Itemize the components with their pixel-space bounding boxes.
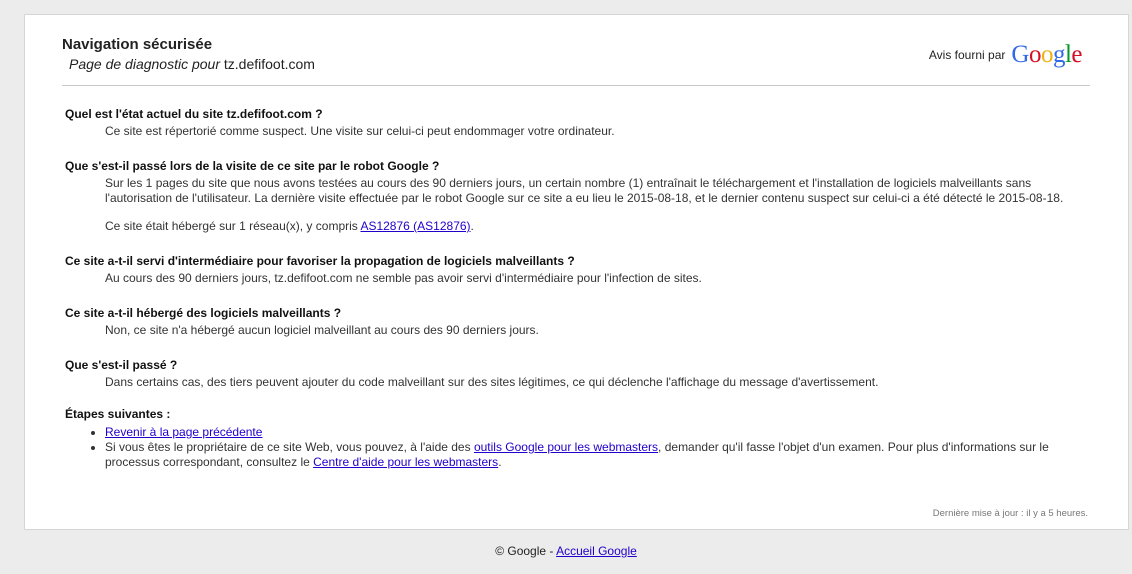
logo-letter: o [1040,41,1054,68]
subtitle-site: tz.defifoot.com [223,56,315,72]
answer-text: Au cours des 90 derniers jours, tz.defif… [105,271,702,285]
answer-text: Ce site est répertorié comme suspect. Un… [105,124,615,138]
header-divider [62,85,1090,86]
help-center-link[interactable]: Centre d'aide pour les webmasters [313,455,498,469]
answer-text: Sur les 1 pages du site que nous avons t… [105,176,1064,205]
page-subtitle: Page de diagnostic pour tz.defifoot.com [69,55,315,73]
section-current-status: Quel est l'état actuel du site tz.defifo… [65,107,1085,139]
page-title: Navigation sécurisée [62,36,213,53]
question-heading: Ce site a-t-il hébergé des logiciels mal… [65,306,342,320]
next-steps-heading: Étapes suivantes : [65,407,171,421]
question-heading: Que s'est-il passé ? [65,358,178,372]
hosting-suffix: . [470,219,474,233]
section-intermediary: Ce site a-t-il servi d'intermédiaire pou… [65,254,1085,286]
next-steps: Étapes suivantes : Revenir à la page pré… [65,407,1085,470]
google-logo: Google [1011,41,1082,69]
owner-text-suffix: . [498,455,502,469]
section-what-happened: Que s'est-il passé ? Dans certains cas, … [65,358,1085,390]
google-home-link[interactable]: Accueil Google [556,544,637,558]
page-footer: © Google - Accueil Google [0,544,1132,558]
logo-letter: G [1011,41,1029,68]
answer-text: Non, ce site n'a hébergé aucun logiciel … [105,323,539,337]
copyright-text: © Google - [495,544,557,558]
next-steps-list: Revenir à la page précédente Si vous ête… [65,425,1085,470]
section-googlebot-visit: Que s'est-il passé lors de la visite de … [65,159,1085,234]
provider-text: Avis fourni par [928,48,1006,62]
subtitle-prefix: Page de diagnostic pour [69,56,220,72]
hosting-network-text: Ce site était hébergé sur 1 réseau(x), y… [105,219,1085,234]
section-hosted-malware: Ce site a-t-il hébergé des logiciels mal… [65,306,1085,338]
logo-letter: e [1071,41,1082,68]
provider-attribution: Avis fourni par Google [928,41,1083,69]
question-heading: Quel est l'état actuel du site tz.defifo… [65,107,323,121]
diagnostic-content: Quel est l'état actuel du site tz.defifo… [65,107,1085,470]
logo-letter: o [1028,41,1042,68]
answer-text: Dans certains cas, des tiers peuvent ajo… [105,375,879,389]
page-header: Navigation sécurisée Page de diagnostic … [62,36,315,73]
hosting-prefix: Ce site était hébergé sur 1 réseau(x), y… [105,219,358,233]
list-item: Revenir à la page précédente [105,425,1085,440]
last-updated: Dernière mise à jour : il y a 5 heures. [932,508,1088,519]
as-network-link[interactable]: AS12876 (AS12876) [360,219,470,233]
diagnostic-card: Navigation sécurisée Page de diagnostic … [24,14,1129,530]
owner-text-prefix: Si vous êtes le propriétaire de ce site … [105,440,471,454]
question-heading: Ce site a-t-il servi d'intermédiaire pou… [65,254,575,268]
question-heading: Que s'est-il passé lors de la visite de … [65,159,440,173]
webmaster-tools-link[interactable]: outils Google pour les webmasters [474,440,658,454]
list-item: Si vous êtes le propriétaire de ce site … [105,440,1085,470]
back-link[interactable]: Revenir à la page précédente [105,425,262,439]
logo-letter: g [1052,41,1066,68]
